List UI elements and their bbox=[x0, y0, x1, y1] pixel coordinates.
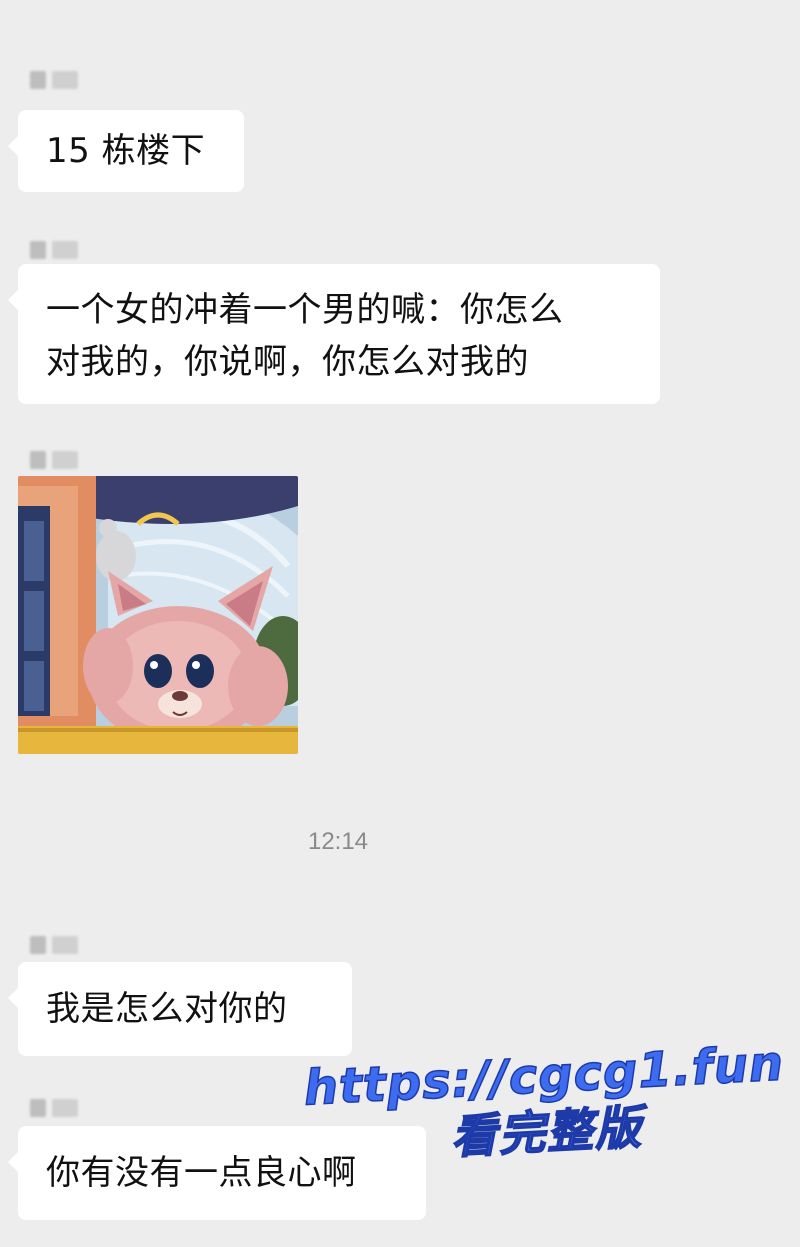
watermark: https://cgcg1.fun 看完整版 bbox=[302, 1035, 789, 1172]
sender-name-blurred bbox=[30, 240, 78, 260]
sender-name-blurred bbox=[30, 935, 78, 955]
message-text: 我是怎么对你的 bbox=[46, 989, 288, 1029]
sender-name-blurred bbox=[30, 70, 78, 90]
fox-plush-illustration bbox=[18, 476, 298, 754]
message-text-line: 对我的，你说啊，你怎么对我的 bbox=[46, 342, 529, 382]
sender-name-blurred bbox=[30, 450, 78, 470]
message-bubble[interactable]: 15 栋楼下 bbox=[8, 110, 244, 192]
timestamp: 12:14 bbox=[307, 828, 369, 855]
sender-name-blurred bbox=[30, 1098, 78, 1118]
message-text: 15 栋楼下 bbox=[46, 131, 206, 171]
sticker-image[interactable] bbox=[18, 476, 298, 754]
message-bubble[interactable]: 一个女的冲着一个男的喊：你怎么 对我的，你说啊，你怎么对我的 bbox=[8, 264, 660, 404]
message-bubble[interactable]: 我是怎么对你的 bbox=[8, 962, 352, 1056]
message-text-line: 一个女的冲着一个男的喊：你怎么 bbox=[46, 290, 564, 330]
